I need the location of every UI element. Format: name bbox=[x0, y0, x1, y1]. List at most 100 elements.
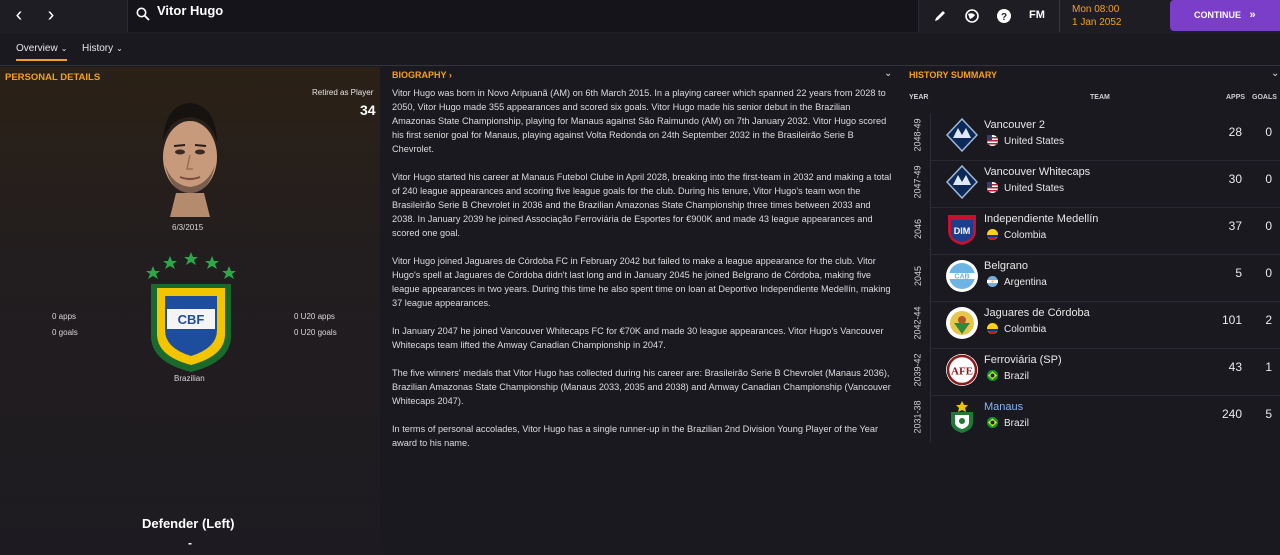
u20-goals: 0 U20 goals bbox=[294, 328, 337, 337]
row-apps: 240 bbox=[1221, 407, 1242, 421]
team-nation[interactable]: Argentina bbox=[987, 276, 1047, 288]
team-nation[interactable]: United States bbox=[987, 182, 1064, 194]
chevron-down-icon: ⌄ bbox=[116, 44, 123, 53]
team-name-link[interactable]: Belgrano bbox=[984, 260, 1028, 272]
cbf-badge-icon[interactable]: CBF bbox=[145, 252, 237, 374]
team-nation[interactable]: United States bbox=[987, 135, 1064, 147]
col-apps-header[interactable]: APPS bbox=[1226, 94, 1245, 101]
svg-text:?: ? bbox=[1001, 12, 1007, 23]
date-display[interactable]: Mon 08:00 1 Jan 2052 bbox=[1059, 0, 1159, 32]
help-icon[interactable]: ? bbox=[996, 8, 1012, 24]
row-goals: 0 bbox=[1265, 125, 1272, 139]
date-text: 1 Jan 2052 bbox=[1072, 17, 1122, 28]
team-nation[interactable]: Colombia bbox=[987, 229, 1046, 241]
nation-flag-icon bbox=[987, 323, 1004, 335]
row-apps: 37 bbox=[1228, 219, 1242, 233]
svg-text:AFE: AFE bbox=[951, 366, 973, 378]
row-divider bbox=[930, 207, 1280, 208]
row-divider bbox=[930, 395, 1280, 396]
row-apps: 28 bbox=[1228, 125, 1242, 139]
row-apps: 30 bbox=[1228, 172, 1242, 186]
senior-apps: 0 apps bbox=[52, 312, 77, 321]
row-divider bbox=[930, 254, 1280, 255]
history-collapse-chevron-icon[interactable]: ⌄ bbox=[1271, 68, 1279, 79]
row-year: 2039-42 bbox=[913, 353, 923, 387]
tab-overview[interactable]: Overview ⌄ bbox=[16, 43, 68, 61]
nation-name: Argentina bbox=[1004, 277, 1047, 288]
chevron-right-icon: › bbox=[448, 70, 452, 80]
u20-apps: 0 U20 apps bbox=[294, 312, 335, 321]
position-label: Defender (Left) bbox=[142, 516, 235, 531]
bio-paragraph: Vitor Hugo was born in Novo Aripuanã (AM… bbox=[392, 88, 887, 154]
nation-name: Brazil bbox=[1004, 371, 1030, 382]
nation-flag-icon bbox=[987, 182, 1004, 194]
bio-paragraph: Vitor Hugo joined Jaguares de Córdoba FC… bbox=[392, 256, 891, 308]
nation-flag-icon bbox=[987, 135, 1004, 147]
col-goals-header[interactable]: GOALS bbox=[1252, 94, 1277, 101]
history-row[interactable]: 2047-49 Vancouver Whitecaps United States 3… bbox=[909, 160, 1280, 207]
globe-icon[interactable] bbox=[964, 8, 980, 24]
history-row[interactable]: 2046 DIM Independiente Medellín Colombia 37 0 bbox=[909, 207, 1280, 254]
col-year-header[interactable]: YEAR bbox=[909, 94, 928, 101]
col-team-header[interactable]: TEAM bbox=[1090, 94, 1110, 101]
team-name-link[interactable]: Ferroviária (SP) bbox=[984, 354, 1062, 366]
row-goals: 0 bbox=[1265, 266, 1272, 280]
tab-bar: Overview ⌄ History ⌄ bbox=[0, 38, 1280, 66]
nationality-label: Brazilian bbox=[174, 374, 205, 383]
nation-name: United States bbox=[1004, 136, 1065, 147]
history-row[interactable]: 2045 CAB Belgrano Argentina 5 0 bbox=[909, 254, 1280, 301]
row-goals: 0 bbox=[1265, 172, 1272, 186]
player-face bbox=[163, 103, 217, 217]
nation-name: United States bbox=[1004, 183, 1065, 194]
nation-flag-icon bbox=[987, 370, 1004, 382]
team-name-link[interactable]: Manaus bbox=[984, 401, 1023, 413]
team-nation[interactable]: Brazil bbox=[987, 417, 1029, 429]
search-box[interactable]: Vitor Hugo bbox=[127, 0, 919, 32]
retired-label: Retired as Player bbox=[312, 88, 374, 97]
history-row[interactable]: 2042-44 Jaguares de Córdoba Colombia 101 2 bbox=[909, 301, 1280, 348]
row-year: 2047-49 bbox=[913, 165, 923, 199]
team-nation[interactable]: Brazil bbox=[987, 370, 1029, 382]
date-of-birth: 6/3/2015 bbox=[172, 223, 204, 232]
fm-logo[interactable]: FM bbox=[1029, 9, 1045, 21]
biography-text: Vitor Hugo was born in Novo Aripuanã (AM… bbox=[392, 86, 892, 464]
row-goals: 1 bbox=[1265, 360, 1272, 374]
row-goals: 0 bbox=[1265, 219, 1272, 233]
team-name-link[interactable]: Jaguares de Córdoba bbox=[984, 307, 1090, 319]
player-name-title: Vitor Hugo bbox=[157, 3, 224, 18]
pencil-icon[interactable] bbox=[932, 8, 948, 24]
bio-collapse-chevron-icon[interactable]: ⌄ bbox=[884, 68, 892, 79]
bio-paragraph: In January 2047 he joined Vancouver Whit… bbox=[392, 326, 884, 350]
row-year: 2046 bbox=[913, 218, 923, 240]
back-button[interactable]: ‹ bbox=[6, 5, 32, 27]
row-divider bbox=[930, 160, 1280, 161]
chevron-down-icon: ⌄ bbox=[60, 44, 68, 53]
row-year: 2048-49 bbox=[913, 118, 923, 152]
history-row[interactable]: 2031-38 Manaus Brazil 240 5 bbox=[909, 395, 1280, 442]
team-name-link[interactable]: Vancouver 2 bbox=[984, 119, 1045, 131]
row-apps: 43 bbox=[1228, 360, 1242, 374]
team-nation[interactable]: Colombia bbox=[987, 323, 1046, 335]
row-apps: 5 bbox=[1235, 266, 1242, 280]
history-summary-heading[interactable]: HISTORY SUMMARY bbox=[909, 70, 997, 80]
team-name-link[interactable]: Vancouver Whitecaps bbox=[984, 166, 1090, 178]
badge-text: CBF bbox=[178, 312, 205, 327]
bio-paragraph: In terms of personal accolades, Vitor Hu… bbox=[392, 424, 879, 448]
row-year: 2042-44 bbox=[913, 306, 923, 340]
tab-history[interactable]: History ⌄ bbox=[82, 43, 123, 54]
continue-label: CONTINUE bbox=[1194, 10, 1241, 20]
team-name-link[interactable]: Independiente Medellín bbox=[984, 213, 1098, 225]
continue-button[interactable]: CONTINUE » bbox=[1170, 0, 1280, 31]
row-year: 2031-38 bbox=[913, 400, 923, 434]
history-row[interactable]: 2039-42 AFE Ferroviária (SP) Brazil 43 1 bbox=[909, 348, 1280, 395]
row-goals: 5 bbox=[1265, 407, 1272, 421]
bio-paragraph: Vitor Hugo started his career at Manaus … bbox=[392, 172, 892, 238]
biography-heading[interactable]: BIOGRAPHY › bbox=[392, 70, 452, 80]
svg-text:CAB: CAB bbox=[954, 274, 969, 281]
time-text: Mon 08:00 bbox=[1072, 4, 1120, 15]
forward-button[interactable]: › bbox=[38, 5, 64, 27]
nation-flag-icon bbox=[987, 276, 1004, 288]
history-row[interactable]: 2048-49 Vancouver 2 United States 28 0 bbox=[909, 113, 1280, 160]
row-divider bbox=[930, 348, 1280, 349]
nation-flag-icon bbox=[987, 417, 1004, 429]
